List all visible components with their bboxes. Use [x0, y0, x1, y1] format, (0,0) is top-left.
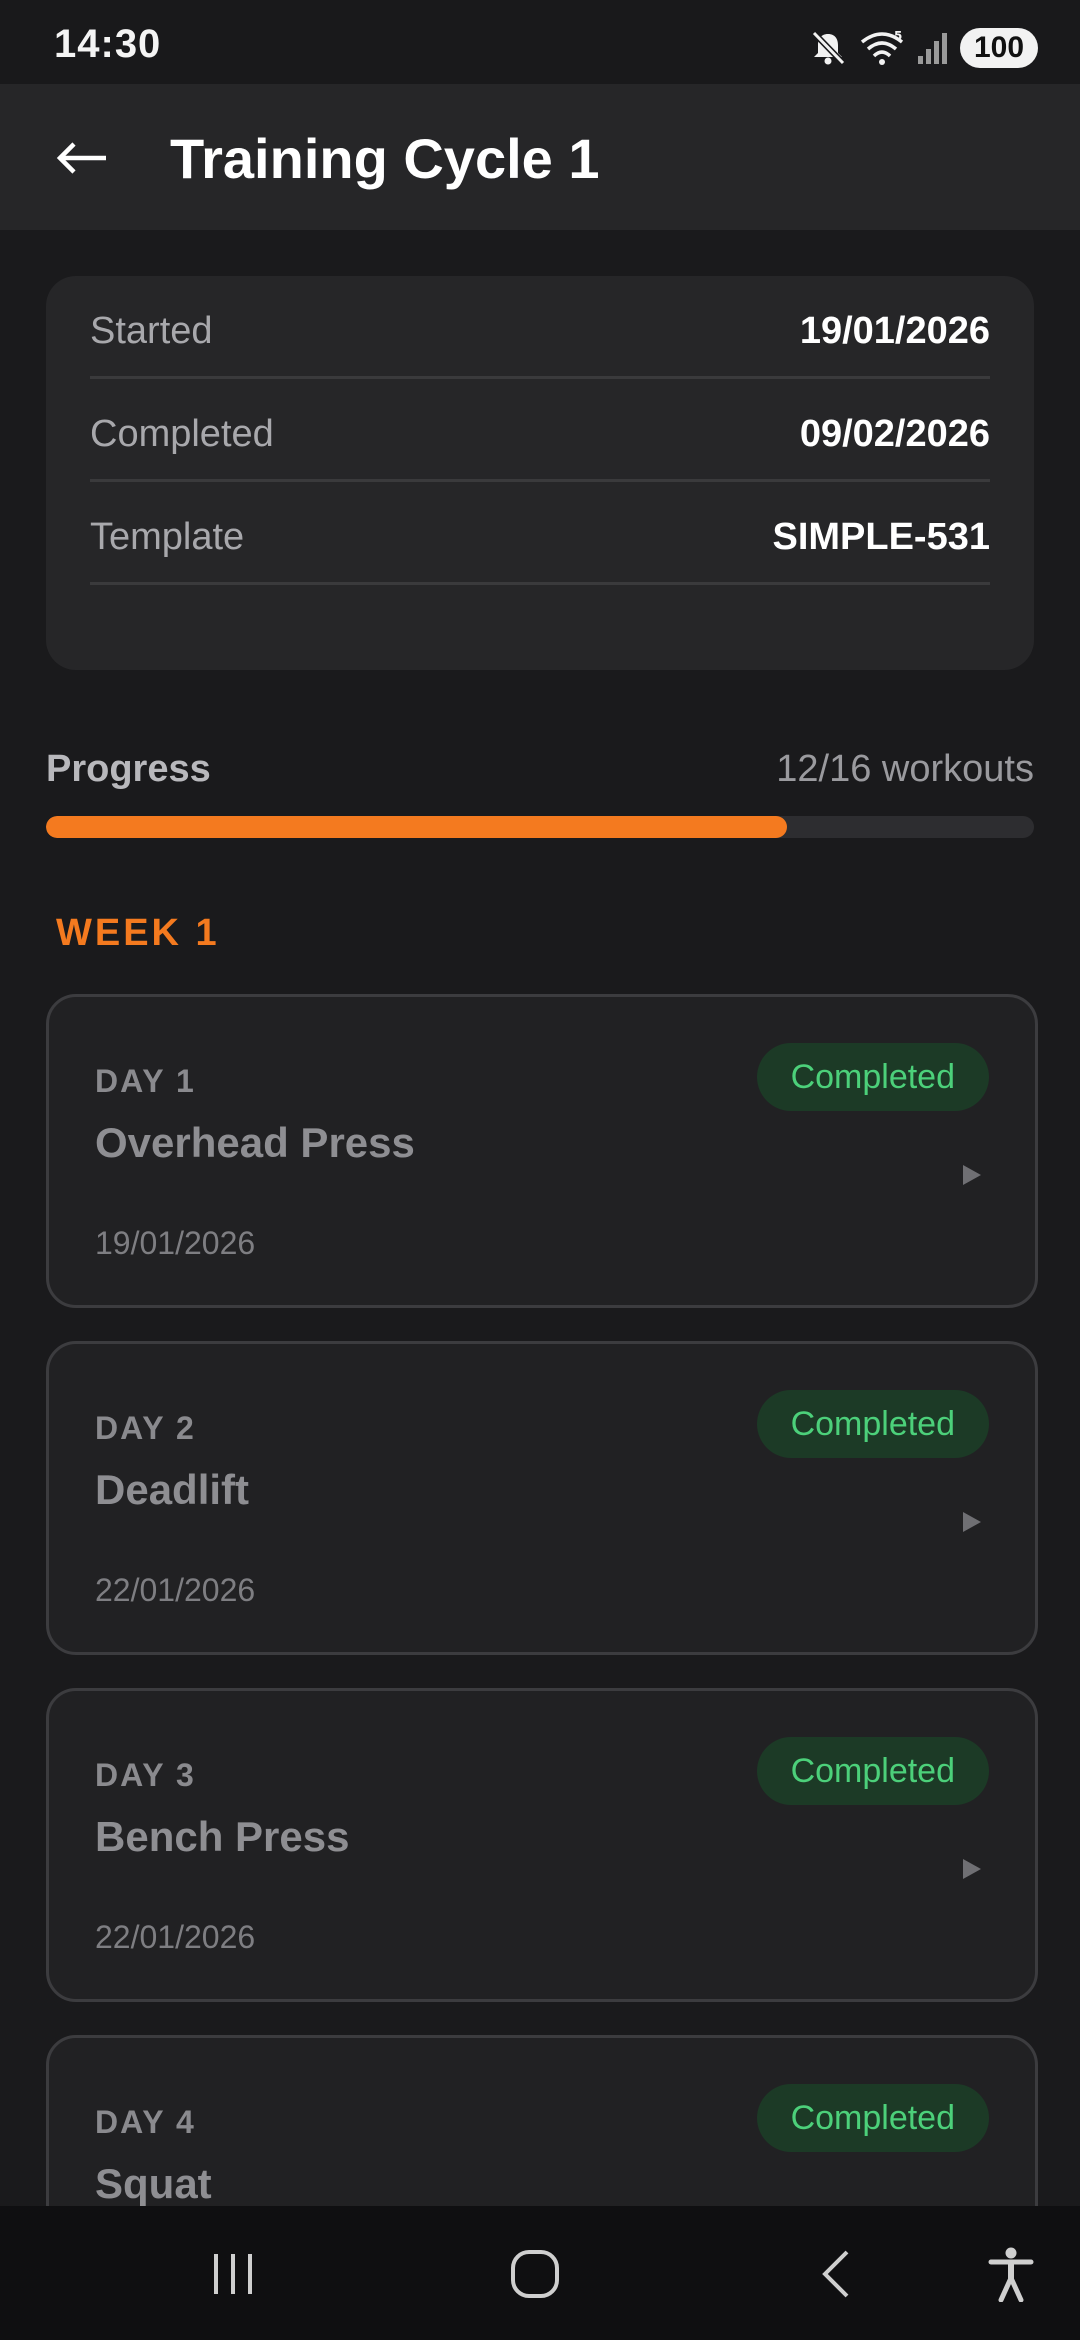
accessibility-button[interactable] — [976, 2244, 1046, 2304]
progress-bar-fill — [46, 816, 787, 838]
status-icons: 5 100 — [808, 26, 1038, 70]
info-label: Completed — [90, 413, 274, 455]
progress-label: Progress — [46, 748, 211, 790]
workout-card-day-1[interactable]: DAY 1 Overhead Press 19/01/2026 Complete… — [46, 994, 1038, 1308]
progress-count: 12/16 workouts — [776, 748, 1034, 790]
back-icon — [822, 2250, 849, 2298]
week-header: WEEK 1 — [56, 912, 220, 954]
workout-date: 22/01/2026 — [95, 1572, 256, 1608]
info-row-started: Started 19/01/2026 — [90, 276, 990, 379]
back-arrow-button[interactable] — [52, 130, 112, 186]
exercise-name: Deadlift — [95, 1466, 250, 1513]
signal-icon — [916, 28, 950, 68]
day-label: DAY 1 — [95, 1063, 196, 1099]
recent-apps-icon — [214, 2254, 252, 2294]
info-row-completed: Completed 09/02/2026 — [90, 379, 990, 482]
chevron-right-icon — [963, 1512, 981, 1532]
page-title: Training Cycle 1 — [170, 127, 600, 190]
status-badge: Completed — [756, 1390, 989, 1458]
info-value: 09/02/2026 — [799, 413, 990, 455]
nav-back-button[interactable] — [802, 2244, 872, 2304]
workout-date: 19/01/2026 — [95, 1225, 256, 1261]
mute-icon — [808, 28, 848, 68]
exercise-name: Overhead Press — [95, 1119, 415, 1166]
info-row-template: Template SIMPLE-531 — [90, 482, 990, 585]
cycle-info-card: Started 19/01/2026 Completed 09/02/2026 … — [46, 276, 1034, 670]
status-time: 14:30 — [54, 22, 162, 66]
workout-card-day-3[interactable]: DAY 3 Bench Press 22/01/2026 Completed — [46, 1688, 1038, 2002]
day-label: DAY 4 — [95, 2104, 196, 2140]
exercise-name: Squat — [95, 2160, 212, 2206]
home-icon — [511, 2250, 559, 2298]
progress-bar — [46, 816, 1034, 838]
svg-text:5: 5 — [894, 29, 902, 43]
workout-date: 22/01/2026 — [95, 1919, 256, 1955]
status-badge: Completed — [756, 1043, 989, 1111]
system-nav-bar — [0, 2206, 1080, 2340]
info-value: 19/01/2026 — [799, 310, 990, 352]
status-badge: Completed — [756, 1737, 989, 1805]
accessibility-icon — [988, 2247, 1034, 2302]
home-button[interactable] — [500, 2244, 570, 2304]
back-arrow-icon — [56, 142, 106, 174]
workout-list[interactable]: DAY 1 Overhead Press 19/01/2026 Complete… — [0, 980, 1080, 2206]
day-label: DAY 3 — [95, 1757, 196, 1793]
info-value: SIMPLE-531 — [772, 516, 990, 558]
info-label: Started — [90, 310, 213, 352]
status-badge: Completed — [756, 2084, 989, 2152]
recent-apps-button[interactable] — [198, 2244, 268, 2304]
workout-card-day-2[interactable]: DAY 2 Deadlift 22/01/2026 Completed — [46, 1341, 1038, 1655]
day-label: DAY 2 — [95, 1410, 196, 1446]
chevron-right-icon — [963, 1859, 981, 1879]
workout-card-day-4[interactable]: DAY 4 Squat Completed — [46, 2035, 1038, 2206]
chevron-right-icon — [963, 1165, 981, 1185]
battery-indicator: 100 — [960, 28, 1038, 68]
info-label: Template — [90, 516, 245, 558]
app-bar: Training Cycle 1 — [0, 84, 1080, 230]
exercise-name: Bench Press — [95, 1813, 350, 1860]
status-bar: 14:30 5 100 — [0, 0, 1080, 84]
wifi-icon: 5 — [858, 28, 906, 68]
